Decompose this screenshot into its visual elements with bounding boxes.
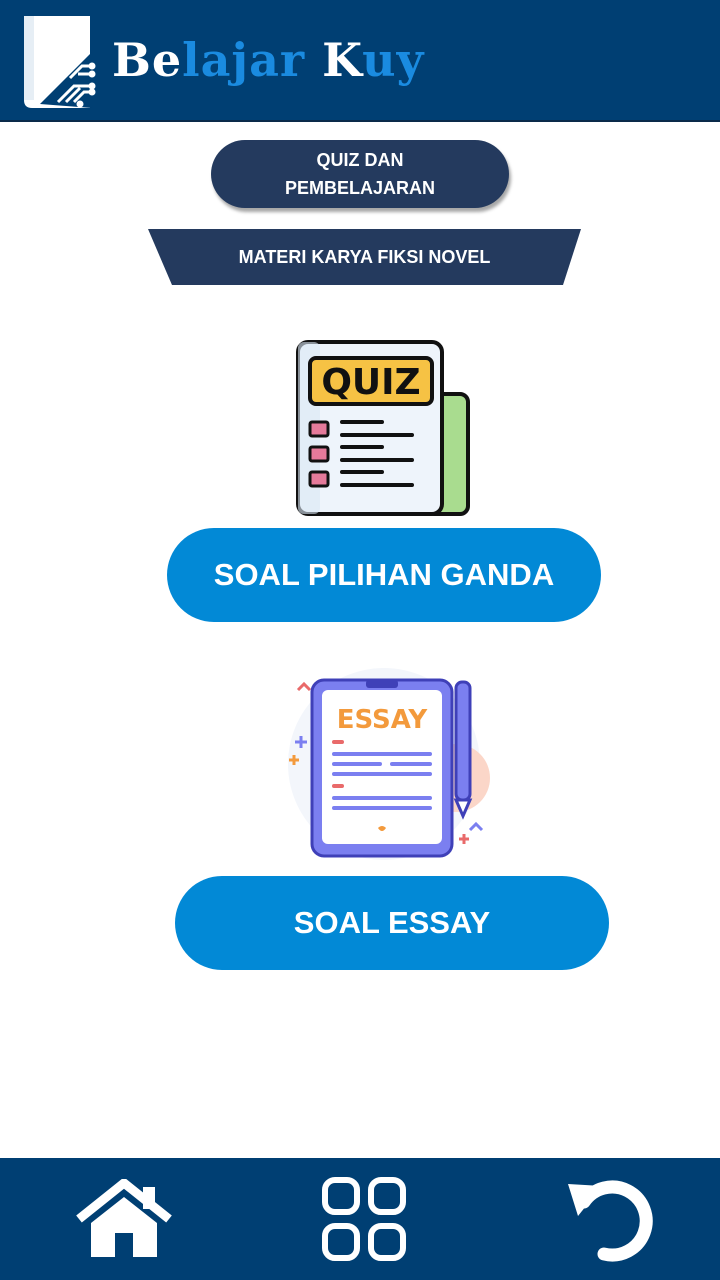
book-circuit-icon (24, 16, 96, 108)
home-button[interactable] (74, 1158, 174, 1280)
section-banner-label: MATERI KARYA FIKSI NOVEL (238, 246, 491, 267)
quiz-pill-label: QUIZ DAN PEMBELAJARAN (285, 146, 435, 202)
quiz-learning-pill[interactable]: QUIZ DAN PEMBELAJARAN (211, 140, 509, 208)
quiz-word: QUIZ (321, 362, 420, 403)
brand-part: Be (112, 33, 183, 87)
quiz-pill-line2: PEMBELAJARAN (284, 178, 435, 198)
quiz-sheet-icon: QUIZ (296, 340, 470, 516)
home-icon (76, 1179, 172, 1257)
bottom-navigation (0, 1158, 720, 1280)
multiple-choice-button[interactable]: SOAL PILIHAN GANDA (167, 528, 601, 622)
menu-grid-button[interactable] (318, 1158, 410, 1280)
section-banner: MATERI KARYA FIKSI NOVEL (148, 229, 581, 285)
brand-part: K (322, 33, 363, 87)
essay-tablet-icon: ESSAY (288, 668, 490, 860)
brand-part: uy (362, 33, 425, 87)
app-title: Belajar Kuy (112, 30, 424, 90)
back-arrow-icon (568, 1180, 653, 1262)
quiz-pill-line1: QUIZ DAN (316, 150, 404, 170)
grid-menu-icon (322, 1177, 406, 1261)
essay-word: ESSAY (337, 705, 429, 735)
app-header: Belajar Kuy (0, 0, 720, 122)
back-button[interactable] (565, 1158, 657, 1280)
essay-button[interactable]: SOAL ESSAY (175, 876, 609, 970)
brand-part: lajar (182, 33, 323, 87)
